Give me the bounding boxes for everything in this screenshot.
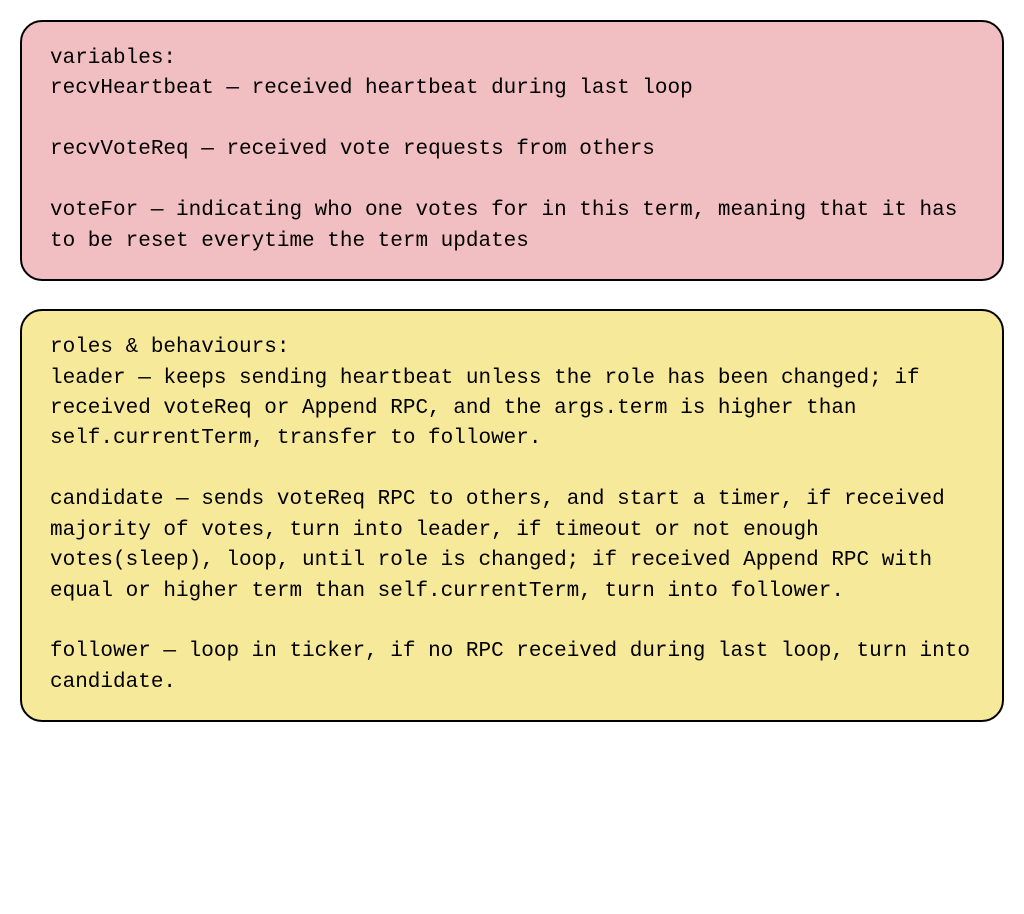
role-desc: loop in ticker, if no RPC received durin… bbox=[50, 640, 983, 693]
variables-box: variables: recvHeartbeat — received hear… bbox=[20, 20, 1004, 281]
roles-heading: roles & behaviours: bbox=[50, 336, 289, 359]
variable-sep: — bbox=[138, 199, 176, 222]
variables-heading: variables: bbox=[50, 47, 176, 70]
role-name: leader bbox=[50, 367, 126, 390]
role-sep: — bbox=[126, 367, 164, 390]
role-sep: — bbox=[163, 488, 201, 511]
roles-box: roles & behaviours: leader — keeps sendi… bbox=[20, 309, 1004, 722]
variable-name: voteFor bbox=[50, 199, 138, 222]
role-name: candidate bbox=[50, 488, 163, 511]
variable-sep: — bbox=[214, 77, 252, 100]
role-desc: keeps sending heartbeat unless the role … bbox=[50, 367, 932, 451]
role-sep: — bbox=[151, 640, 189, 663]
role-name: follower bbox=[50, 640, 151, 663]
variable-name: recvHeartbeat bbox=[50, 77, 214, 100]
variable-desc: received heartbeat during last loop bbox=[252, 77, 693, 100]
variable-desc: indicating who one votes for in this ter… bbox=[50, 199, 970, 252]
variable-sep: — bbox=[189, 138, 227, 161]
variable-desc: received vote requests from others bbox=[226, 138, 654, 161]
variable-name: recvVoteReq bbox=[50, 138, 189, 161]
